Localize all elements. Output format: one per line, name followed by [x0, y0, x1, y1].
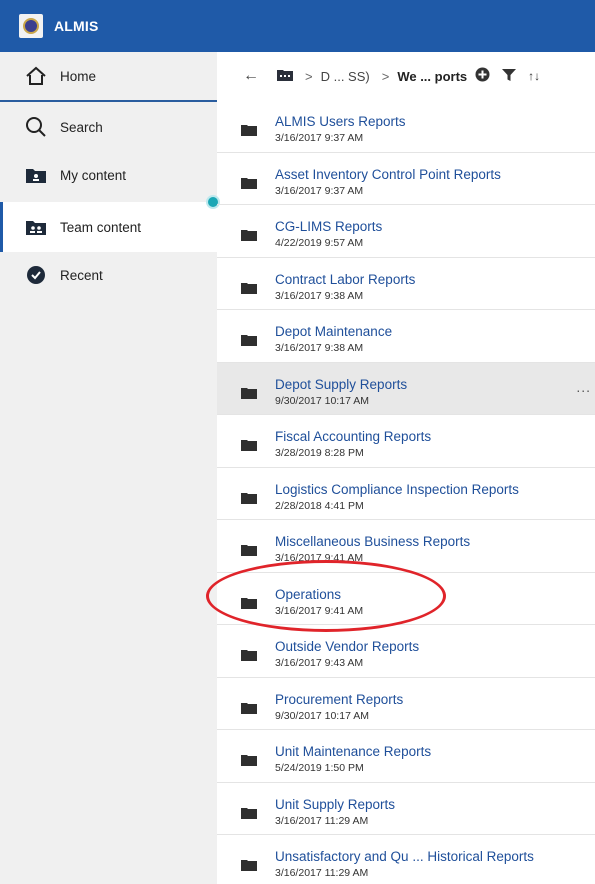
sidebar-item-my-content[interactable]: My content: [0, 150, 217, 200]
folder-icon: [241, 228, 257, 246]
folder-date: 5/24/2019 1:50 PM: [275, 762, 364, 774]
folder-date: 2/28/2018 4:41 PM: [275, 499, 364, 512]
sidebar: Home Search My content Team content Rece…: [0, 52, 217, 884]
folder-name[interactable]: Asset Inventory Control Point Reports: [275, 167, 501, 182]
folder-icon: [241, 281, 257, 299]
app-logo-icon: [19, 14, 43, 38]
home-icon: [25, 65, 47, 87]
folder-list: ALMIS Users Reports 3/16/2017 9:37 AM As…: [217, 100, 595, 884]
folder-date: 3/16/2017 9:38 AM: [275, 289, 364, 302]
folder-date: 9/30/2017 10:17 AM: [275, 709, 369, 722]
folder-name[interactable]: Miscellaneous Business Reports: [275, 534, 470, 549]
sidebar-item-label: Recent: [60, 267, 103, 283]
list-item[interactable]: Asset Inventory Control Point Reports 3/…: [217, 153, 595, 205]
sidebar-item-home[interactable]: Home: [0, 52, 217, 102]
list-item[interactable]: Outside Vendor Reports 3/16/2017 9:43 AM: [217, 625, 595, 678]
folder-name[interactable]: Unsatisfactory and Qu ... Historical Rep…: [275, 849, 534, 864]
my-content-icon: [25, 164, 47, 186]
team-content-icon: [25, 216, 47, 238]
breadcrumb-current[interactable]: We ... ports: [397, 69, 467, 84]
list-item[interactable]: Fiscal Accounting Reports 3/28/2019 8:28…: [217, 415, 595, 468]
list-item[interactable]: Unit Maintenance Reports 5/24/2019 1:50 …: [217, 730, 595, 783]
folder-icon: [241, 753, 257, 771]
sidebar-item-label: Team content: [60, 219, 142, 235]
folder-name[interactable]: Procurement Reports: [275, 692, 403, 707]
sidebar-item-recent[interactable]: Recent: [0, 250, 217, 300]
title-bar: ALMIS: [0, 0, 595, 52]
folder-date: 3/16/2017 11:29 AM: [275, 814, 369, 827]
folder-name[interactable]: Contract Labor Reports: [275, 272, 415, 287]
folder-name[interactable]: CG-LIMS Reports: [275, 219, 382, 234]
folder-name[interactable]: Unit Supply Reports: [275, 797, 395, 812]
list-item[interactable]: ALMIS Users Reports 3/16/2017 9:37 AM: [217, 100, 595, 153]
folder-icon: [241, 491, 257, 509]
list-item[interactable]: Unit Supply Reports 3/16/2017 11:29 AM: [217, 783, 595, 835]
folder-icon: [241, 123, 257, 141]
folder-icon: [241, 701, 257, 719]
list-item[interactable]: Unsatisfactory and Qu ... Historical Rep…: [217, 835, 595, 884]
folder-name[interactable]: Unit Maintenance Reports: [275, 744, 431, 759]
folder-icon: [241, 176, 257, 194]
breadcrumb: ← > D ... SS) > We ... ports ↑↓: [217, 52, 595, 100]
add-icon[interactable]: [475, 67, 490, 85]
filter-icon[interactable]: [502, 68, 517, 85]
folder-date: 4/22/2019 9:57 AM: [275, 237, 364, 249]
list-item[interactable]: Logistics Compliance Inspection Reports …: [217, 468, 595, 520]
folder-icon: [241, 543, 257, 561]
folder-icon: [241, 333, 257, 351]
folder-icon: [241, 386, 257, 404]
folder-icon: [241, 648, 257, 666]
breadcrumb-item[interactable]: D ... SS): [321, 69, 370, 84]
list-item[interactable]: Procurement Reports 9/30/2017 10:17 AM: [217, 678, 595, 730]
folder-date: 9/30/2017 10:17 AM: [275, 394, 369, 407]
sidebar-item-search[interactable]: Search: [0, 102, 217, 152]
folder-icon: [241, 858, 257, 876]
breadcrumb-separator: >: [305, 68, 313, 84]
folder-icon: [241, 438, 257, 456]
recent-icon: [25, 264, 47, 286]
sidebar-item-label: Search: [60, 119, 103, 135]
sidebar-item-label: My content: [60, 167, 127, 183]
folder-date: 3/16/2017 11:29 AM: [275, 867, 369, 879]
back-arrow-icon[interactable]: ←: [243, 67, 259, 85]
search-icon: [25, 116, 47, 138]
more-options-icon[interactable]: ...: [576, 379, 591, 395]
folder-name[interactable]: Depot Supply Reports: [275, 377, 407, 392]
folder-name[interactable]: Logistics Compliance Inspection Reports: [275, 482, 519, 497]
folder-name[interactable]: Fiscal Accounting Reports: [275, 429, 431, 444]
app-title: ALMIS: [54, 18, 99, 34]
folder-date: 3/28/2019 8:28 PM: [275, 447, 364, 459]
folder-date: 3/16/2017 9:43 AM: [275, 657, 364, 669]
list-item[interactable]: Depot Maintenance 3/16/2017 9:38 AM: [217, 310, 595, 363]
list-item[interactable]: Depot Supply Reports 9/30/2017 10:17 AM …: [217, 362, 595, 415]
folder-name[interactable]: ALMIS Users Reports: [275, 114, 406, 129]
sidebar-item-team-content[interactable]: Team content: [0, 202, 217, 252]
folder-date: 3/16/2017 9:37 AM: [275, 132, 364, 144]
folder-name[interactable]: Outside Vendor Reports: [275, 639, 419, 654]
breadcrumb-separator: >: [381, 68, 390, 84]
folder-date: 3/16/2017 9:38 AM: [275, 342, 364, 354]
annotation-ellipse: [206, 560, 446, 632]
folder-date: 3/16/2017 9:37 AM: [275, 184, 364, 197]
list-item[interactable]: Contract Labor Reports 3/16/2017 9:38 AM: [217, 258, 595, 310]
sidebar-item-label: Home: [60, 68, 97, 84]
root-folder-icon[interactable]: [277, 69, 293, 84]
folder-name[interactable]: Depot Maintenance: [275, 324, 392, 339]
sort-icon[interactable]: ↑↓: [528, 69, 540, 83]
folder-icon: [241, 806, 257, 824]
list-item[interactable]: CG-LIMS Reports 4/22/2019 9:57 AM: [217, 205, 595, 258]
